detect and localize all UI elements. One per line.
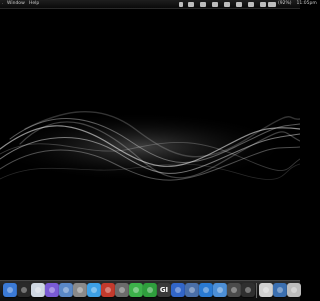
app-icon [147, 287, 153, 293]
dock-item-finder[interactable] [3, 283, 17, 297]
app-icon [175, 287, 181, 293]
smoke-wave-wallpaper [0, 9, 301, 279]
status-icon[interactable] [200, 1, 206, 7]
dock-item-system-preferences[interactable] [73, 283, 87, 297]
leaf-icon [133, 287, 139, 293]
preview-icon [63, 287, 69, 293]
dock-item-app-green[interactable] [129, 283, 143, 297]
dock-item-preview[interactable] [59, 283, 73, 297]
music-note-icon [49, 287, 55, 293]
eagle-icon [189, 287, 195, 293]
dock-item-twitter[interactable] [87, 283, 101, 297]
status-icon[interactable] [188, 1, 194, 7]
safari-compass-icon [35, 287, 41, 293]
dock-item-photo[interactable] [115, 283, 129, 297]
gi-icon: GI [159, 286, 169, 294]
twitter-bird-icon [91, 287, 97, 293]
dock-item-app-dark[interactable] [227, 283, 241, 297]
clock[interactable]: 11:05pm [297, 0, 317, 8]
app-icon [231, 287, 237, 293]
status-area: (92%) 11:05pm [179, 0, 317, 8]
folder-icon [217, 287, 223, 293]
dock-item-app-eagle[interactable] [185, 283, 199, 297]
app-icon [245, 287, 251, 293]
dock-item-app-blue[interactable] [171, 283, 185, 297]
battery-percent[interactable]: (92%) [278, 0, 292, 8]
headphones-icon[interactable] [179, 1, 183, 7]
menu-window[interactable]: Window [7, 0, 25, 8]
window-icon [263, 287, 269, 293]
trash-icon [291, 287, 297, 293]
dock-item-window-preview[interactable] [259, 283, 273, 297]
wifi-icon[interactable] [248, 1, 254, 7]
finder-icon [7, 287, 13, 293]
dock-separator [256, 283, 257, 298]
dock-item-trash[interactable] [287, 283, 301, 297]
dock-item-app[interactable] [101, 283, 115, 297]
dock-item-itunes[interactable] [45, 283, 59, 297]
dock-item-app-green-2[interactable] [143, 283, 157, 297]
dock-item-folder-stack[interactable] [273, 283, 287, 297]
apple-menu-fragment[interactable]: . [2, 0, 3, 8]
menu-bar: . Window Help (92%) 11:05pm [0, 0, 317, 9]
folder-icon [277, 287, 283, 293]
dock-item-safari[interactable] [31, 283, 45, 297]
dock-item-dashboard[interactable] [17, 283, 31, 297]
app-icon [105, 287, 111, 293]
dock-item-app-blue-2[interactable] [199, 283, 213, 297]
dock-item-app-dark-2[interactable] [241, 283, 255, 297]
dock-item-folder[interactable] [213, 283, 227, 297]
dock-item-gi[interactable]: GI [157, 283, 171, 297]
battery-icon[interactable] [268, 1, 276, 7]
dock: GI [0, 280, 301, 301]
gear-icon [77, 287, 83, 293]
photo-icon [119, 287, 125, 293]
volume-icon[interactable] [260, 1, 266, 7]
menu-help[interactable]: Help [29, 0, 39, 8]
status-icon[interactable] [224, 1, 230, 7]
dashboard-icon [21, 287, 27, 293]
bluetooth-icon[interactable] [236, 1, 242, 7]
desktop-wallpaper [0, 9, 301, 279]
status-icon[interactable] [212, 1, 218, 7]
app-icon [203, 287, 209, 293]
